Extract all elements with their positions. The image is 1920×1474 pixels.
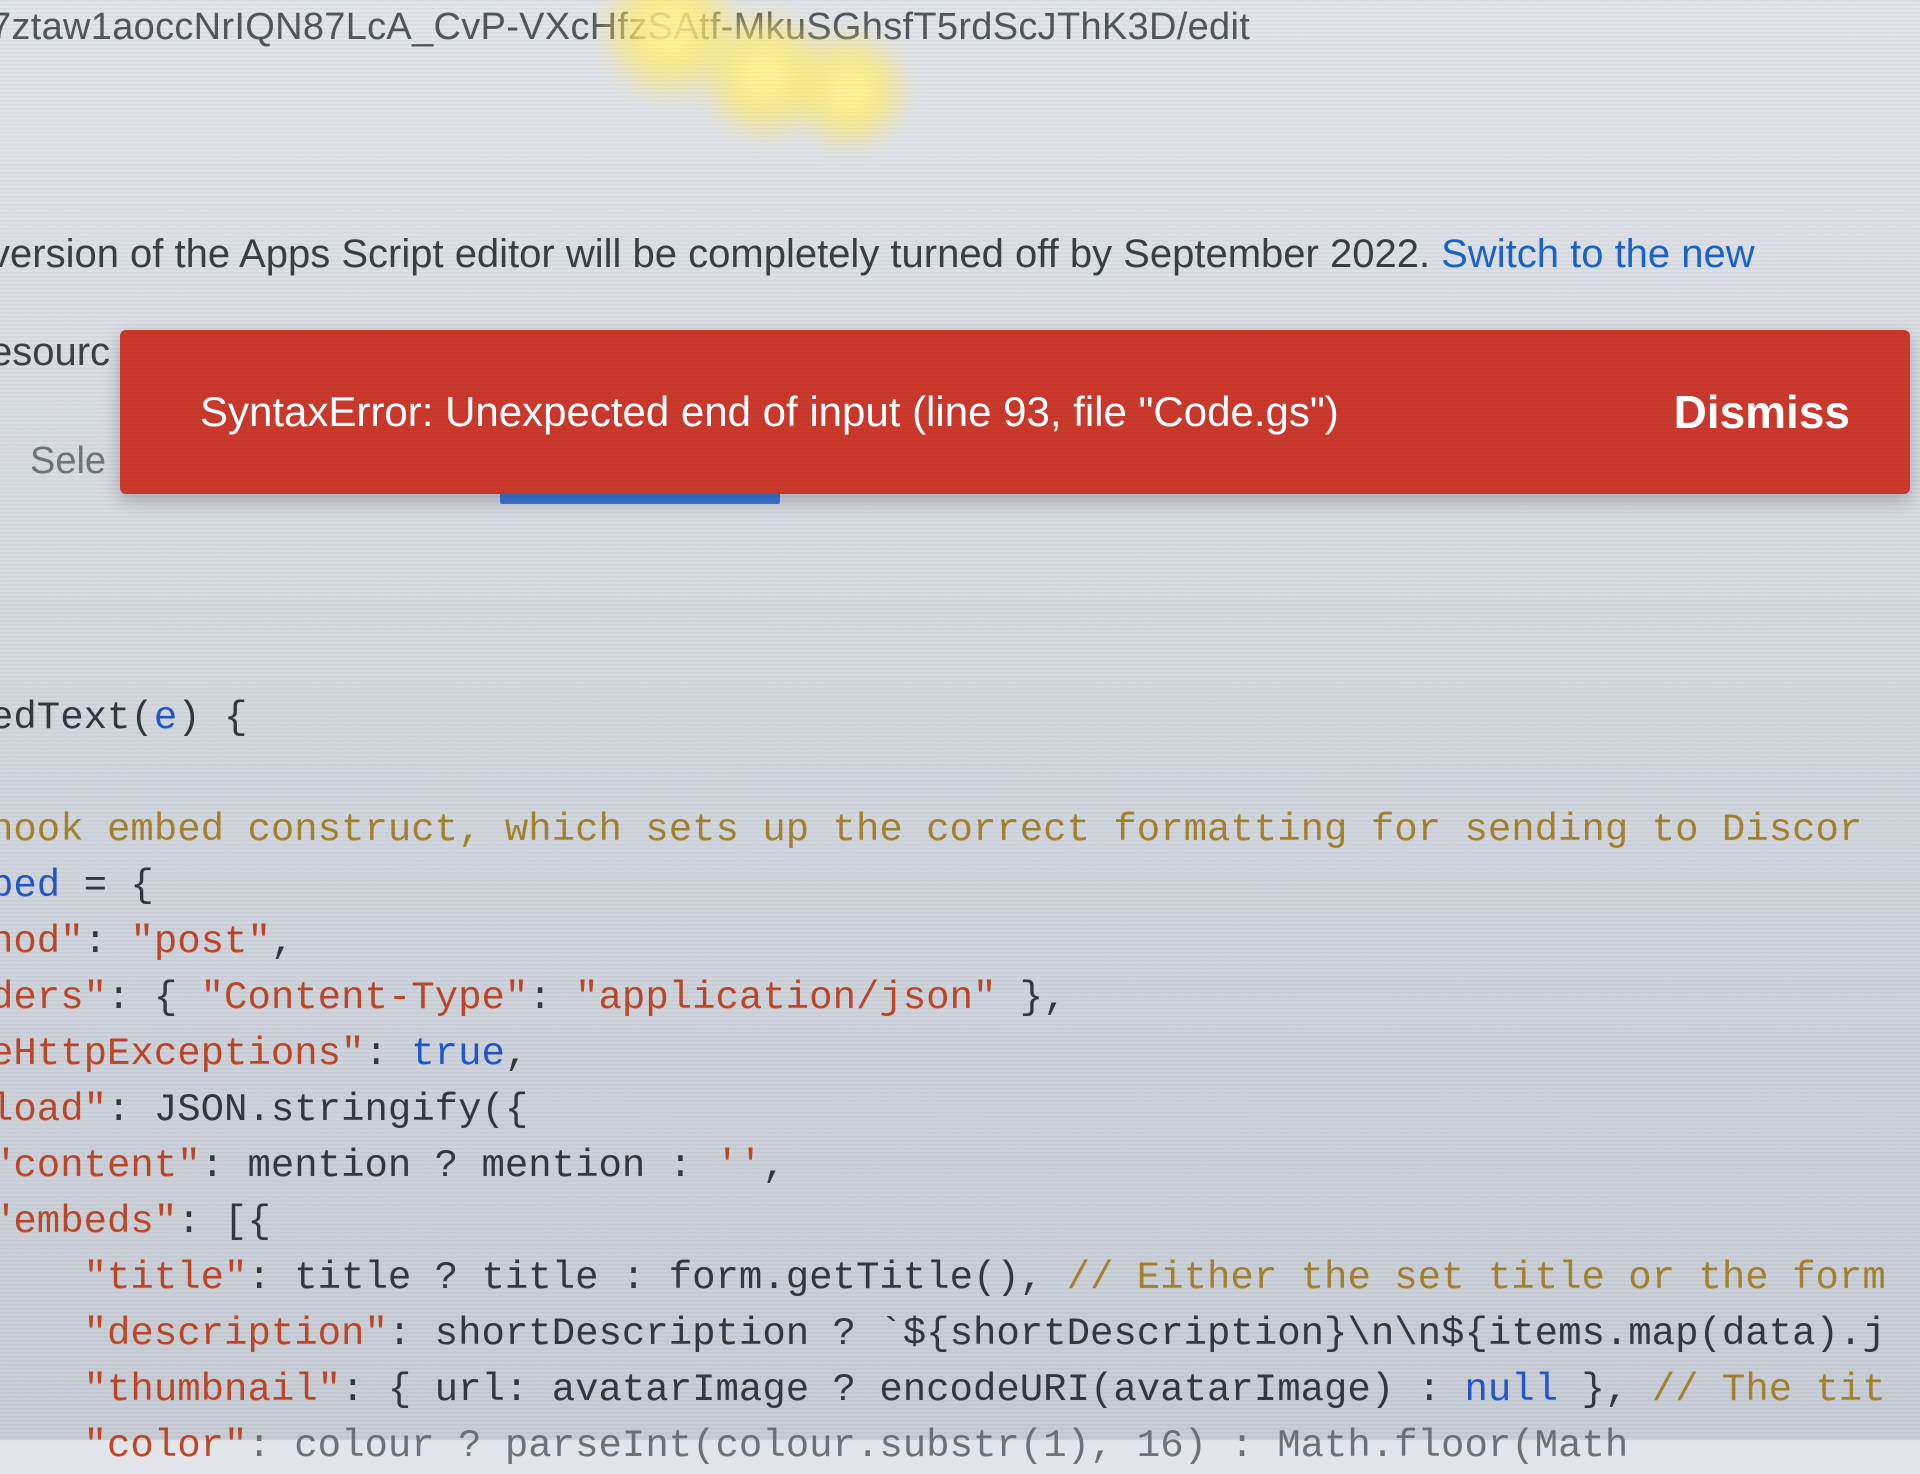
code-token: : JSON.stringify({ [107,1088,528,1132]
code-token: "content" [0,1144,201,1188]
code-token: "color" [0,1424,247,1468]
code-token: : [364,1032,411,1076]
code-token: true [411,1032,505,1076]
code-token: : mention ? mention : [201,1144,716,1188]
menu-item-fragment: esourc [0,330,110,375]
code-token: "description" [0,1312,388,1356]
code-token: , [505,1032,528,1076]
code-token: : shortDescription ? `${shortDescription… [388,1312,1886,1356]
code-token: '' [716,1144,763,1188]
code-editor-content[interactable]: edText(e) { hook embed construct, which … [0,690,1920,1474]
code-token: = { [60,864,154,908]
deprecation-notice: version of the Apps Script editor will b… [0,232,1755,277]
code-token: : { url: avatarImage ? encodeURI(avatarI… [341,1368,1464,1412]
url-fragment: 7ztaw1aoccNrIQN87LcA_CvP-VXcHfzSAtf-MkuS… [0,6,1250,49]
code-token: }, [996,976,1066,1020]
code-token: }, [1558,1368,1652,1412]
code-comment: // The tit [1652,1368,1886,1412]
code-comment: hook embed construct, which sets up the … [0,808,1862,852]
code-token: e [154,696,177,740]
select-fragment: Sele [30,440,106,483]
code-token: null [1464,1368,1558,1412]
code-token: edText( [0,696,154,740]
code-token: "Content-Type" [201,976,529,1020]
code-token: hod" [0,920,84,964]
switch-editor-link[interactable]: Switch to the new [1441,232,1755,276]
error-toast: SyntaxError: Unexpected end of input (li… [120,330,1910,494]
code-token: load" [0,1088,107,1132]
code-token: : [528,976,575,1020]
code-token: "title" [0,1256,247,1300]
code-token: : [84,920,131,964]
error-message: SyntaxError: Unexpected end of input (li… [200,388,1339,436]
code-token: eHttpExceptions" [0,1032,364,1076]
code-token: bed [0,864,60,908]
dismiss-button[interactable]: Dismiss [1674,385,1850,439]
code-token: "post" [130,920,270,964]
code-token: "thumbnail" [0,1368,341,1412]
code-comment: // Either the set title or the form [1067,1256,1886,1300]
code-token: "application/json" [575,976,996,1020]
code-token: "embeds" [0,1200,177,1244]
code-token: : title ? title : form.getTitle(), [247,1256,1066,1300]
notice-text: version of the Apps Script editor will b… [0,232,1441,276]
code-token: , [271,920,294,964]
code-token: , [762,1144,785,1188]
code-token: : [{ [177,1200,271,1244]
code-token: ) { [177,696,247,740]
code-token: ders" [0,976,107,1020]
code-token: : { [107,976,201,1020]
code-token: : colour ? parseInt(colour.substr(1), 16… [247,1424,1628,1468]
